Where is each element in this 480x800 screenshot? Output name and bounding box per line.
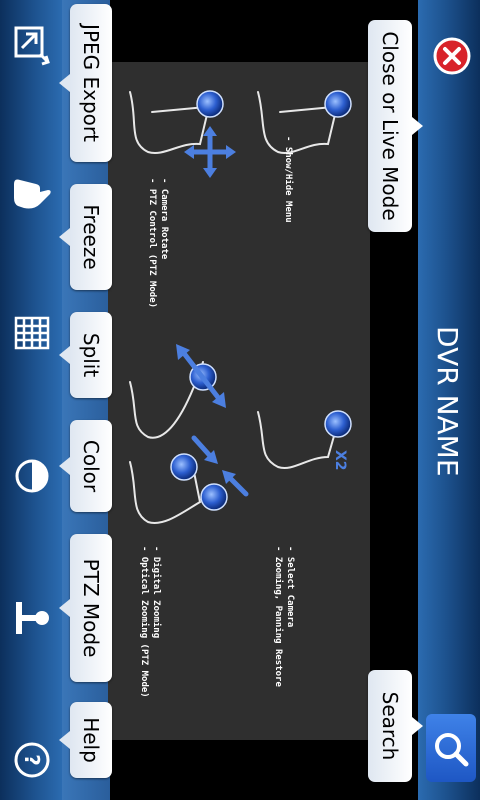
search-label: Search <box>378 691 402 761</box>
color-callout: Color <box>59 420 112 512</box>
hint-camera-rotate: - Camera Rotate <box>159 178 169 260</box>
hint-digital-zoom: - Digital Zooming <box>151 546 161 639</box>
hand-icon[interactable] <box>10 172 54 212</box>
search-callout: Search <box>368 670 423 782</box>
left-toolbar <box>0 0 62 800</box>
close-live-mode-label: Close or Live Mode <box>378 31 402 221</box>
hint-zoom-pan-restore: - Zooming, Panning Restore <box>273 546 283 687</box>
split-callout: Split <box>59 312 112 398</box>
search-icon <box>435 733 469 767</box>
jpeg-export-label: JPEG Export <box>79 24 103 142</box>
hint-show-hide-menu: - Show/Hide Menu <box>283 136 293 223</box>
help-label: Help <box>79 717 103 763</box>
svg-text:?: ? <box>20 754 44 766</box>
help-question-icon[interactable]: ? <box>12 740 52 780</box>
grid-icon[interactable] <box>14 316 50 350</box>
ptz-joystick-icon[interactable] <box>12 598 52 638</box>
hint-select-camera-group: - Select Camera - Zooming, Panning Resto… <box>272 546 296 687</box>
ptz-mode-callout: PTZ Mode <box>59 534 112 682</box>
hint-camera-rotate-group: - Camera Rotate - PTZ Control (PTZ Mode) <box>146 178 170 308</box>
help-callout: Help <box>59 702 112 778</box>
hint-zooming-group: - Digital Zooming - Optical Zooming (PTZ… <box>138 546 162 698</box>
hint-select-camera: - Select Camera <box>285 546 295 628</box>
export-icon[interactable] <box>12 24 52 68</box>
freeze-label: Freeze <box>79 204 103 270</box>
split-label: Split <box>79 332 103 378</box>
help-overlay-screen: - Show/Hide Menu - Select Camera - Zoomi… <box>0 0 480 800</box>
close-live-mode-callout: Close or Live Mode <box>368 20 423 232</box>
jpeg-export-callout: JPEG Export <box>59 4 112 162</box>
close-icon[interactable] <box>432 36 472 76</box>
search-button[interactable] <box>426 714 476 782</box>
double-tap-x2-label: X2 <box>332 450 348 471</box>
hint-optical-zoom: - Optical Zooming (PTZ Mode) <box>139 546 149 698</box>
freeze-callout: Freeze <box>59 184 112 290</box>
ptz-mode-label: PTZ Mode <box>79 558 103 658</box>
contrast-icon[interactable] <box>14 458 50 494</box>
hint-ptz-control: - PTZ Control (PTZ Mode) <box>147 178 157 309</box>
dvr-name-title: DVR NAME <box>431 326 464 477</box>
color-label: Color <box>79 439 103 493</box>
